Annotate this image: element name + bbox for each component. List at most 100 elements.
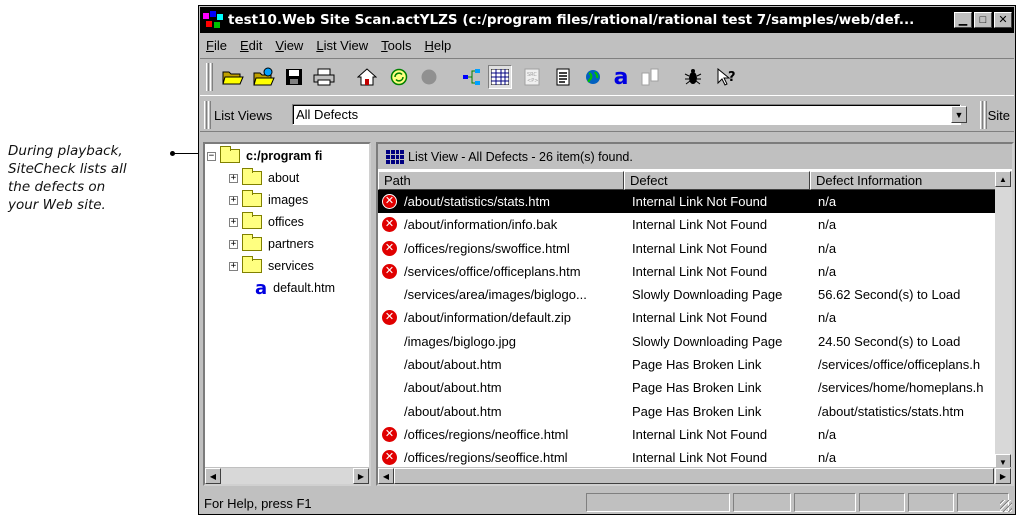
scroll-left-icon[interactable]: ◀ (378, 468, 394, 484)
context-help-icon[interactable]: ? (715, 65, 739, 89)
cell-path: /about/about.htm (404, 357, 502, 373)
chevron-down-icon[interactable]: ▼ (951, 106, 967, 123)
toolbar-grip[interactable] (206, 63, 209, 91)
expand-icon[interactable]: + (229, 217, 238, 227)
cell-defect: Internal Link Not Found (632, 194, 768, 209)
print-icon[interactable] (312, 65, 336, 89)
menu-help[interactable]: Help (424, 38, 451, 53)
column-header-defect-information[interactable]: Defect Information (810, 171, 998, 190)
save-icon[interactable] (282, 65, 306, 89)
table-row[interactable]: /services/area/images/biglogo... Slowly … (378, 283, 998, 306)
list-vertical-scrollbar[interactable]: ▲ ▼ (995, 171, 1012, 470)
svg-text:?: ? (728, 70, 736, 85)
cell-info: n/a (818, 310, 837, 326)
table-row[interactable]: /about/about.htm Page Has Broken Link /a… (378, 400, 998, 423)
minimize-button[interactable]: ▁ (954, 12, 972, 28)
resize-grip[interactable] (1000, 500, 1012, 512)
error-icon: ✕ (382, 426, 397, 442)
error-icon: ✕ (382, 240, 397, 256)
scroll-up-icon[interactable]: ▲ (995, 171, 1011, 187)
table-row[interactable]: ✕ /about/information/info.bak Internal L… (378, 213, 998, 236)
collapse-icon[interactable]: − (207, 151, 216, 161)
tree-horizontal-scrollbar[interactable]: ◀ ▶ (205, 467, 369, 484)
tree-item-services[interactable]: + services (229, 256, 314, 276)
scroll-thumb[interactable] (394, 468, 994, 484)
table-row[interactable]: ✕ /about/statistics/stats.htm Internal L… (378, 190, 998, 214)
list-pane-header: List View - All Defects - 26 item(s) fou… (378, 144, 1012, 169)
open-folder-icon[interactable] (221, 65, 245, 89)
scroll-right-icon[interactable]: ▶ (995, 468, 1011, 484)
table-row[interactable]: /images/biglogo.jpg Slowly Downloading P… (378, 330, 998, 353)
bug-icon[interactable] (681, 65, 705, 89)
menu-view[interactable]: View (275, 38, 303, 53)
cell-defect: Page Has Broken Link (632, 380, 762, 396)
list-view-icon (386, 149, 404, 164)
title-bar[interactable]: test10.Web Site Scan.actYLZS (c:/program… (200, 7, 1014, 33)
tree-item-default-htm[interactable]: a default.htm (255, 278, 335, 299)
cell-info: n/a (818, 263, 837, 279)
callout-annotation: During playback, SiteCheck lists all the… (8, 142, 183, 214)
table-row[interactable]: ✕ /services/office/officeplans.htm Inter… (378, 260, 998, 283)
tree-item-offices[interactable]: + offices (229, 212, 304, 232)
maximize-button[interactable]: □ (974, 12, 992, 28)
html-source-icon[interactable]: SRC <P> (520, 65, 544, 89)
cell-defect: Internal Link Not Found (632, 310, 768, 326)
cell-info: /services/office/officeplans.h (818, 357, 981, 373)
menu-file[interactable]: File (206, 38, 227, 53)
open-site-icon[interactable] (252, 65, 276, 89)
list-views-select[interactable]: All Defects (292, 104, 961, 125)
list-view-icon[interactable] (488, 65, 512, 89)
column-header-defect[interactable]: Defect (624, 171, 810, 190)
menu-bar: File Edit View List View Tools Help (200, 34, 1014, 56)
menu-edit[interactable]: Edit (240, 38, 262, 53)
site-tree[interactable]: − c:/program fi + about + images + offic… (203, 142, 371, 486)
list-horizontal-scrollbar[interactable]: ◀ ▶ (378, 467, 1012, 484)
toolbar-grip-2[interactable] (210, 63, 213, 91)
close-button[interactable]: ✕ (994, 12, 1012, 28)
menu-list-view[interactable]: List View (316, 38, 368, 53)
site-grip-2[interactable] (984, 101, 987, 129)
tree-item-images[interactable]: + images (229, 190, 308, 210)
cell-info: n/a (818, 194, 837, 209)
cell-defect: Internal Link Not Found (632, 263, 768, 279)
expand-icon[interactable]: + (229, 261, 238, 271)
home-icon[interactable] (355, 65, 379, 89)
main-toolbar: SRC <P> a ? (200, 58, 1014, 96)
app-icon[interactable] (203, 11, 225, 29)
scroll-right-icon[interactable]: ▶ (353, 468, 369, 484)
page-properties-icon[interactable] (551, 65, 575, 89)
tree-view-icon[interactable] (460, 65, 484, 89)
cell-info: n/a (818, 426, 837, 442)
tree-item-label: partners (268, 237, 314, 251)
cell-info: 24.50 Second(s) to Load (818, 333, 961, 349)
folder-icon (242, 190, 262, 207)
list-views-grip[interactable] (204, 101, 207, 129)
cell-defect: Page Has Broken Link (632, 403, 762, 419)
expand-icon[interactable]: + (229, 239, 238, 249)
callout-line-4: your Web site. (8, 197, 106, 213)
table-row[interactable]: /about/about.htm Page Has Broken Link /s… (378, 376, 998, 399)
stop-icon[interactable] (417, 65, 441, 89)
list-views-grip-2[interactable] (208, 101, 211, 129)
text-icon[interactable]: a (609, 65, 633, 90)
compare-icon[interactable] (638, 65, 662, 89)
table-row[interactable]: ✕ /about/information/default.zip Interna… (378, 306, 998, 329)
tree-item-about[interactable]: + about (229, 168, 299, 188)
column-header-path[interactable]: Path (378, 171, 624, 190)
table-row[interactable]: ✕ /offices/regions/swoffice.html Interna… (378, 237, 998, 260)
site-grip[interactable] (980, 101, 983, 129)
expand-icon[interactable]: + (229, 173, 238, 183)
callout-line-2: SiteCheck lists all (8, 161, 127, 177)
web-icon[interactable] (581, 65, 605, 89)
scroll-left-icon[interactable]: ◀ (205, 468, 221, 484)
tree-item-partners[interactable]: + partners (229, 234, 314, 254)
status-panel (733, 493, 791, 512)
menu-tools[interactable]: Tools (381, 38, 411, 53)
table-row[interactable]: /about/about.htm Page Has Broken Link /s… (378, 353, 998, 376)
defect-list-pane: List View - All Defects - 26 item(s) fou… (376, 142, 1014, 486)
table-row[interactable]: ✕ /offices/regions/neoffice.html Interna… (378, 423, 998, 446)
expand-icon[interactable]: + (229, 195, 238, 205)
refresh-icon[interactable] (387, 65, 411, 89)
tree-root[interactable]: − c:/program fi (207, 146, 322, 166)
error-icon: ✕ (382, 263, 397, 279)
